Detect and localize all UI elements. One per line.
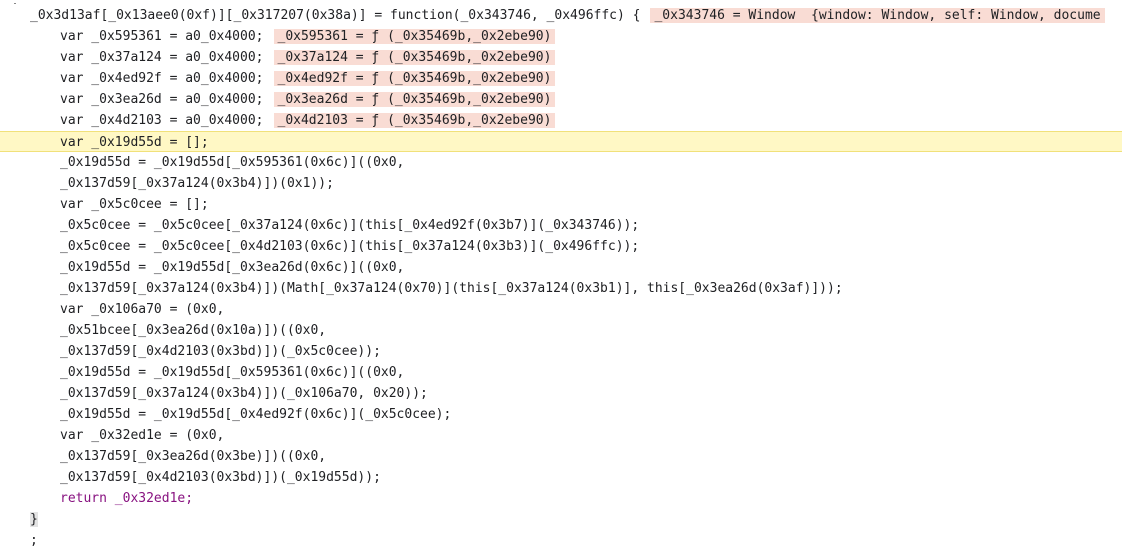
code-text: var _0x32ed1e = (0x0, (60, 428, 225, 443)
gutter-marker (14, 3, 16, 4)
code-text: _0x19d55d = _0x19d55d[_0x595361(0x6c)]((… (60, 155, 405, 170)
code-text: var _0x4ed92f = a0_0x4000; (60, 71, 264, 86)
code-text: _0x137d59[_0x4d2103(0x3bd)])(_0x5c0cee))… (60, 344, 381, 359)
closing-brace: } (30, 512, 38, 527)
code-line[interactable]: ; (0, 530, 1122, 551)
code-text: _0x5c0cee = _0x5c0cee[_0x4d2103(0x6c)](t… (60, 239, 640, 254)
code-text: _0x137d59[_0x37a124(0x3b4)])(Math[_0x37a… (60, 281, 843, 296)
code-text: var _0x5c0cee = []; (60, 197, 209, 212)
code-line[interactable]: } (0, 509, 1122, 530)
code-line[interactable]: _0x19d55d = _0x19d55d[_0x595361(0x6c)]((… (0, 362, 1122, 383)
inline-value: _0x3ea26d = ƒ (_0x35469b,_0x2ebe90) (273, 92, 556, 107)
code-line[interactable]: var _0x4ed92f = a0_0x4000; _0x4ed92f = ƒ … (0, 68, 1122, 89)
code-line[interactable]: var _0x595361 = a0_0x4000; _0x595361 = ƒ … (0, 26, 1122, 47)
code-line-paused[interactable]: var _0x19d55d = []; (0, 131, 1122, 152)
code-text: var _0x595361 = a0_0x4000; (60, 29, 264, 44)
code-line[interactable]: _0x137d59[_0x37a124(0x3b4)])(Math[_0x37a… (0, 278, 1122, 299)
code-line[interactable]: var _0x5c0cee = []; (0, 194, 1122, 215)
code-text: var _0x37a124 = a0_0x4000; (60, 50, 264, 65)
code-text: _0x137d59[_0x3ea26d(0x3be)])((0x0, (60, 449, 327, 464)
inline-value: _0x343746 = Window {window: Window, self… (650, 8, 1105, 23)
code-line[interactable]: _0x137d59[_0x4d2103(0x3bd)])(_0x5c0cee))… (0, 341, 1122, 362)
code-line[interactable]: var _0x4d2103 = a0_0x4000; _0x4d2103 = ƒ … (0, 110, 1122, 131)
code-text: var _0x106a70 = (0x0, (60, 302, 225, 317)
code-line[interactable]: return _0x32ed1e; (0, 488, 1122, 509)
code-text: var _0x19d55d = []; (60, 135, 209, 150)
code-text: var _0x4d2103 = a0_0x4000; (60, 113, 264, 128)
code-text: _0x5c0cee = _0x5c0cee[_0x37a124(0x6c)](t… (60, 218, 640, 233)
code-text: return _0x32ed1e; (60, 491, 194, 506)
code-line[interactable]: _0x19d55d = _0x19d55d[_0x4ed92f(0x6c)](_… (0, 404, 1122, 425)
code-line[interactable]: _0x5c0cee = _0x5c0cee[_0x4d2103(0x6c)](t… (0, 236, 1122, 257)
code-line[interactable]: var _0x32ed1e = (0x0, (0, 425, 1122, 446)
code-text: _0x51bcee[_0x3ea26d(0x10a)])((0x0, (60, 323, 327, 338)
code-text: _0x3d13af[_0x13aee0(0xf)][_0x317207(0x38… (30, 8, 641, 23)
code-line[interactable]: var _0x106a70 = (0x0, (0, 299, 1122, 320)
code-text: _0x137d59[_0x37a124(0x3b4)])(0x1)); (60, 176, 334, 191)
inline-value: _0x4ed92f = ƒ (_0x35469b,_0x2ebe90) (273, 71, 556, 86)
code-line[interactable]: _0x137d59[_0x4d2103(0x3bd)])(_0x19d55d))… (0, 467, 1122, 488)
code-line[interactable]: _0x5c0cee = _0x5c0cee[_0x37a124(0x6c)](t… (0, 215, 1122, 236)
code-line[interactable]: _0x137d59[_0x37a124(0x3b4)])(_0x106a70, … (0, 383, 1122, 404)
code-line[interactable]: _0x19d55d = _0x19d55d[_0x3ea26d(0x6c)]((… (0, 257, 1122, 278)
code-text: _0x19d55d = _0x19d55d[_0x595361(0x6c)]((… (60, 365, 405, 380)
code-line[interactable]: var _0x3ea26d = a0_0x4000; _0x3ea26d = ƒ … (0, 89, 1122, 110)
code-text: _0x19d55d = _0x19d55d[_0x4ed92f(0x6c)](_… (60, 407, 452, 422)
code-text: ; (30, 533, 38, 548)
code-line[interactable]: _0x137d59[_0x37a124(0x3b4)])(0x1)); (0, 173, 1122, 194)
code-text: var _0x3ea26d = a0_0x4000; (60, 92, 264, 107)
inline-value: _0x595361 = ƒ (_0x35469b,_0x2ebe90) (273, 29, 556, 44)
code-line[interactable]: _0x137d59[_0x3ea26d(0x3be)])((0x0, (0, 446, 1122, 467)
code-line[interactable]: _0x3d13af[_0x13aee0(0xf)][_0x317207(0x38… (0, 5, 1122, 26)
code-text: _0x19d55d = _0x19d55d[_0x3ea26d(0x6c)]((… (60, 260, 405, 275)
code-line[interactable]: var _0x37a124 = a0_0x4000; _0x37a124 = ƒ … (0, 47, 1122, 68)
inline-value: _0x4d2103 = ƒ (_0x35469b,_0x2ebe90) (273, 113, 556, 128)
code-line[interactable]: _0x51bcee[_0x3ea26d(0x10a)])((0x0, (0, 320, 1122, 341)
code-text: _0x137d59[_0x37a124(0x3b4)])(_0x106a70, … (60, 386, 428, 401)
code-line[interactable]: _0x19d55d = _0x19d55d[_0x595361(0x6c)]((… (0, 152, 1122, 173)
inline-value: _0x37a124 = ƒ (_0x35469b,_0x2ebe90) (273, 50, 556, 65)
code-text: _0x137d59[_0x4d2103(0x3bd)])(_0x19d55d))… (60, 470, 381, 485)
